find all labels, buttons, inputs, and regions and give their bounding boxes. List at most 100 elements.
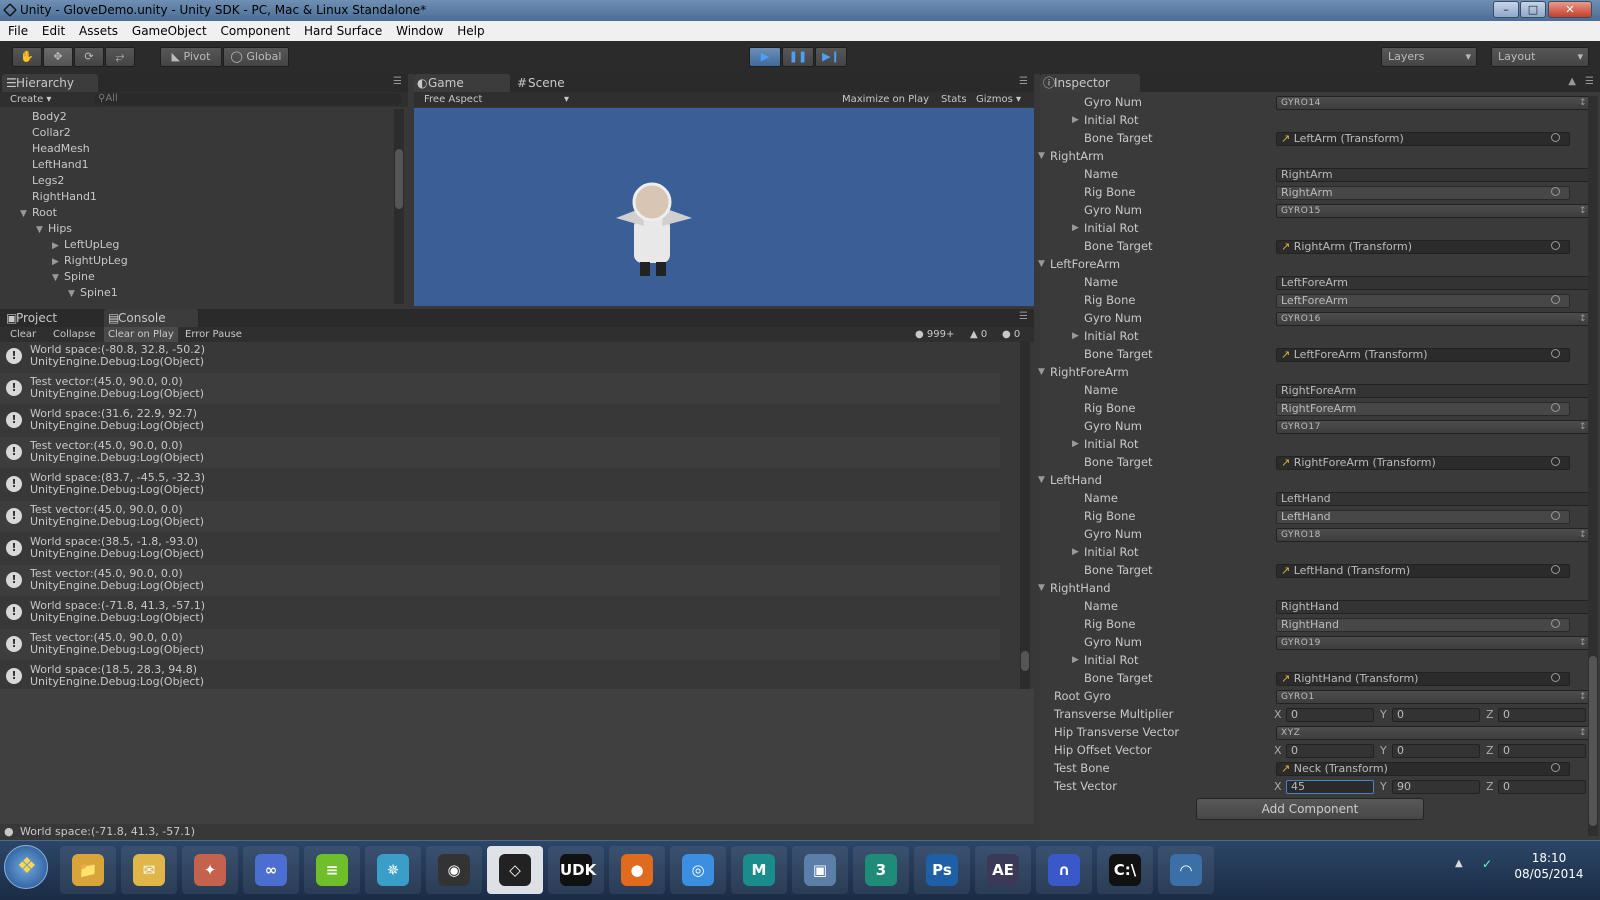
console-scrollbar[interactable] [1020, 341, 1030, 689]
menu-assets[interactable]: Assets [77, 24, 120, 38]
scrollbar-thumb[interactable] [1589, 656, 1597, 826]
maximize-button[interactable]: □ [1520, 1, 1546, 18]
error-count-toggle[interactable]: ● 0 [1002, 327, 1020, 342]
lock-icon[interactable]: ▲ [1568, 76, 1576, 87]
inspector-row[interactable]: ▶ Initial Rot [1040, 436, 1570, 453]
y-field[interactable]: 90 [1392, 780, 1480, 794]
taskbar-app-button[interactable]: ● [609, 846, 665, 894]
property-field[interactable]: RightForeArm [1276, 384, 1592, 398]
hierarchy-scrollbar[interactable] [394, 109, 404, 304]
list-item[interactable]: LeftHand1 [20, 157, 89, 173]
tab-hierarchy[interactable]: ☰ Hierarchy [2, 74, 98, 92]
object-picker-icon[interactable] [1551, 763, 1560, 772]
tray-clock[interactable]: 18:10 08/05/2014 [1503, 850, 1595, 882]
x-field[interactable]: 0 [1286, 744, 1374, 758]
property-field[interactable]: RightArm [1276, 168, 1592, 182]
foldout-arrow-icon[interactable]: ▶ [1072, 652, 1079, 669]
taskbar-app-button[interactable]: 3 [853, 846, 909, 894]
panel-menu-icon[interactable]: ☰ [1019, 76, 1028, 87]
y-field[interactable]: 0 [1392, 744, 1480, 758]
menu-file[interactable]: File [6, 24, 30, 38]
global-toggle[interactable]: ◯ Global [223, 47, 289, 67]
inspector-row[interactable]: ▼ LeftHand [1038, 472, 1570, 489]
layout-dropdown[interactable]: Layout ▾ [1491, 47, 1589, 67]
log-entry[interactable]: ! World space:(-80.8, 32.8, -50.2) UnityEn… [0, 341, 1000, 372]
taskbar-app-button[interactable]: ✦ [182, 846, 238, 894]
close-button[interactable]: ✕ [1548, 1, 1592, 18]
x-field[interactable]: 0 [1286, 708, 1374, 722]
object-field[interactable]: ↗ LeftForeArm (Transform) [1276, 348, 1570, 362]
property-dropdown[interactable]: GYRO18 [1276, 528, 1592, 542]
log-entry[interactable]: ! World space:(18.5, 28.3, 94.8) UnityEngi… [0, 661, 1000, 692]
object-picker-icon[interactable] [1551, 565, 1560, 574]
foldout-arrow-icon[interactable]: ▼ [1038, 148, 1045, 165]
foldout-arrow-icon[interactable]: ▶ [1072, 112, 1079, 129]
list-item[interactable]: Body2 [20, 109, 67, 125]
object-picker-icon[interactable] [1551, 619, 1560, 628]
list-item[interactable]: ▼ Root [20, 205, 57, 221]
foldout-arrow-icon[interactable]: ▼ [1038, 364, 1045, 381]
layers-dropdown[interactable]: Layers ▾ [1381, 47, 1477, 67]
scrollbar-thumb[interactable] [395, 149, 403, 209]
foldout-arrow-icon[interactable]: ▶ [1072, 220, 1079, 237]
collapse-toggle[interactable]: Collapse [53, 327, 96, 342]
taskbar-app-button[interactable]: ▣ [792, 846, 848, 894]
clear-on-play-toggle[interactable]: Clear on Play [104, 327, 178, 342]
tab-console[interactable]: ▤ Console [104, 309, 198, 327]
foldout-arrow-icon[interactable]: ▼ [1038, 580, 1045, 597]
inspector-row[interactable]: ▶ Initial Rot [1040, 652, 1570, 669]
inspector-row[interactable]: ▶ Initial Rot [1040, 328, 1570, 345]
foldout-arrow-icon[interactable]: ▶ [1072, 544, 1079, 561]
foldout-arrow-icon[interactable]: ▶ [1072, 436, 1079, 453]
property-dropdown[interactable]: GYRO17 [1276, 420, 1592, 434]
y-field[interactable]: 0 [1392, 708, 1480, 722]
clear-button[interactable]: Clear [10, 327, 36, 342]
property-dropdown[interactable]: GYRO16 [1276, 312, 1592, 326]
taskbar-app-button[interactable]: Ps [914, 846, 970, 894]
expand-arrow-icon[interactable]: ▶ [52, 254, 64, 270]
inspector-row[interactable]: ▶ Initial Rot [1040, 112, 1570, 129]
inspector-row[interactable]: ▼ RightHand [1038, 580, 1570, 597]
z-field[interactable]: 0 [1498, 780, 1586, 794]
inspector-scrollbar[interactable] [1588, 96, 1598, 836]
move-tool-icon[interactable]: ✥ [43, 47, 73, 67]
scrollbar-thumb[interactable] [1021, 651, 1029, 671]
property-field[interactable]: LeftForeArm [1276, 294, 1570, 308]
object-picker-icon[interactable] [1551, 349, 1560, 358]
list-item[interactable]: RightHand1 [20, 189, 97, 205]
menu-gameobject[interactable]: GameObject [130, 24, 209, 38]
tab-project[interactable]: ▣ Project [2, 309, 98, 327]
menu-window[interactable]: Window [394, 24, 445, 38]
expand-arrow-icon[interactable]: ▶ [52, 238, 64, 254]
log-entry[interactable]: ! Test vector:(45.0, 90.0, 0.0) UnityEngin… [0, 501, 1000, 532]
list-item[interactable]: HeadMesh [20, 141, 90, 157]
log-entry[interactable]: ! World space:(83.7, -45.5, -32.3) UnityEn… [0, 469, 1000, 500]
tab-inspector[interactable]: ⓘ Inspector [1040, 74, 1140, 92]
property-dropdown[interactable]: GYRO14 [1276, 96, 1592, 110]
x-field[interactable]: 45 [1286, 780, 1374, 794]
list-item[interactable]: Collar2 [20, 125, 71, 141]
hand-tool-icon[interactable]: ✋ [12, 47, 42, 67]
pivot-toggle[interactable]: ◣ Pivot [160, 47, 222, 67]
panel-menu-icon[interactable]: ☰ [393, 76, 402, 87]
aspect-dropdown[interactable]: Free Aspect ▾ [424, 92, 569, 107]
start-button[interactable]: ❖ [4, 845, 48, 889]
z-field[interactable]: 0 [1498, 708, 1586, 722]
object-picker-icon[interactable] [1551, 673, 1560, 682]
scale-tool-icon[interactable]: ⥂ [105, 47, 135, 67]
property-field[interactable]: RightForeArm [1276, 402, 1570, 416]
panel-menu-icon[interactable]: ☰ [1585, 76, 1594, 87]
menu-edit[interactable]: Edit [40, 24, 67, 38]
property-field[interactable]: RightHand [1276, 600, 1592, 614]
taskbar-app-button[interactable]: ≡ [304, 846, 360, 894]
property-field[interactable]: LeftHand [1276, 492, 1592, 506]
inspector-row[interactable]: ▶ Initial Rot [1040, 544, 1570, 561]
log-entry[interactable]: ! World space:(38.5, -1.8, -93.0) UnityEng… [0, 533, 1000, 564]
inspector-row[interactable]: ▼ RightArm [1038, 148, 1570, 165]
menu-help[interactable]: Help [455, 24, 486, 38]
menu-hard-surface[interactable]: Hard Surface [302, 24, 384, 38]
status-bar[interactable]: ● World space:(-71.8, 41.3, -57.1) [0, 824, 1040, 840]
list-item[interactable]: ▶ RightUpLeg [52, 253, 128, 269]
play-button[interactable]: ▶ [749, 47, 781, 67]
object-picker-icon[interactable] [1551, 133, 1560, 142]
